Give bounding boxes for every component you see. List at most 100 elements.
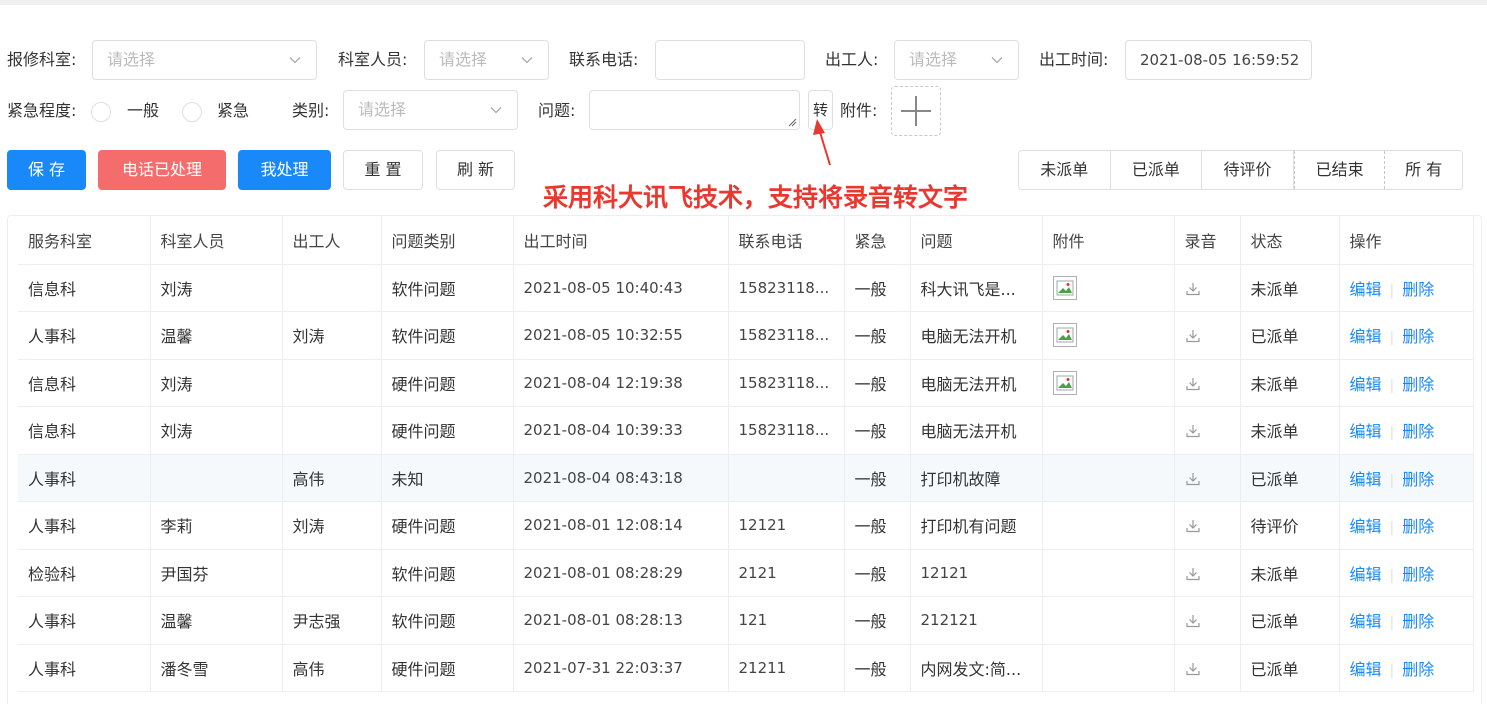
edit-link[interactable]: 编辑 xyxy=(1350,517,1382,536)
edit-link[interactable]: 编辑 xyxy=(1350,422,1382,441)
worker-cell: 高伟 xyxy=(282,644,382,692)
category-select[interactable]: 请选择 xyxy=(343,90,518,130)
recording-cell xyxy=(1174,406,1241,455)
download-icon[interactable] xyxy=(1185,471,1201,487)
resize-handle-icon[interactable] xyxy=(788,118,797,127)
problem-cell: 212121 xyxy=(910,596,1043,645)
recording-cell xyxy=(1174,596,1241,645)
dept-label: 报修科室: xyxy=(7,50,77,69)
edit-link[interactable]: 编辑 xyxy=(1350,327,1382,346)
delete-link[interactable]: 删除 xyxy=(1402,375,1434,394)
delete-link[interactable]: 删除 xyxy=(1402,422,1434,441)
dept-cell: 信息科 xyxy=(18,359,151,407)
radio-urgent[interactable] xyxy=(182,102,202,122)
i-handle-button[interactable]: 我处理 xyxy=(238,150,331,190)
tab-dispatched[interactable]: 已派单 xyxy=(1110,151,1203,189)
time-cell: 2021-08-04 10:39:33 xyxy=(513,406,729,455)
download-icon[interactable] xyxy=(1185,661,1201,677)
recording-cell xyxy=(1174,264,1241,312)
worker-cell: 尹志强 xyxy=(282,596,382,645)
radio-normal-label: 一般 xyxy=(127,101,160,120)
broken-image-icon[interactable] xyxy=(1052,275,1077,300)
table-row[interactable]: 检验科 尹国芬 软件问题 2021-08-01 08:28:29 2121 一般 12121… xyxy=(18,549,1474,597)
dept-cell: 人事科 xyxy=(18,644,151,692)
download-icon[interactable] xyxy=(1185,518,1201,534)
radio-normal[interactable] xyxy=(91,102,111,122)
worker-select[interactable]: 请选择 xyxy=(894,40,1019,80)
urgency-cell: 一般 xyxy=(844,359,911,407)
refresh-button[interactable]: 刷 新 xyxy=(436,150,515,190)
delete-link[interactable]: 删除 xyxy=(1402,280,1434,299)
phone-handled-button[interactable]: 电话已处理 xyxy=(98,150,226,190)
download-icon[interactable] xyxy=(1185,281,1201,297)
tab-undispatched[interactable]: 未派单 xyxy=(1019,151,1111,189)
worker-label: 出工人: xyxy=(825,50,879,69)
tab-pending-review[interactable]: 待评价 xyxy=(1202,151,1294,189)
table-row[interactable]: 人事科 高伟 未知 2021-08-04 08:43:18 一般 打印机故障 已派单 编辑 | 删… xyxy=(18,454,1474,502)
download-icon[interactable] xyxy=(1185,328,1201,344)
delete-link[interactable]: 删除 xyxy=(1402,660,1434,679)
edit-link[interactable]: 编辑 xyxy=(1350,280,1382,299)
table-row[interactable]: 信息科 刘涛 硬件问题 2021-08-04 12:19:38 15823118... 一… xyxy=(18,359,1474,407)
delete-link[interactable]: 删除 xyxy=(1402,565,1434,584)
edit-link[interactable]: 编辑 xyxy=(1350,375,1382,394)
phone-label: 联系电话: xyxy=(569,50,639,69)
worker-cell: 高伟 xyxy=(282,454,382,502)
tab-finished[interactable]: 已结束 xyxy=(1293,151,1386,189)
actions-cell: 编辑 | 删除 xyxy=(1339,359,1474,407)
status-cell: 未派单 xyxy=(1240,264,1340,312)
action-separator: | xyxy=(1389,615,1395,632)
time-cell: 2021-08-05 10:40:43 xyxy=(513,264,729,312)
download-icon[interactable] xyxy=(1185,566,1201,582)
phone-cell: 2121 xyxy=(728,549,845,597)
download-icon[interactable] xyxy=(1185,613,1201,629)
status-filter-tabs: 未派单 已派单 待评价 已结束 所 有 xyxy=(1018,150,1463,190)
time-cell: 2021-08-01 12:08:14 xyxy=(513,501,729,550)
column-header: 联系电话 xyxy=(728,216,845,265)
table-row[interactable]: 信息科 刘涛 硬件问题 2021-08-04 10:39:33 15823118... 一… xyxy=(18,406,1474,455)
delete-link[interactable]: 删除 xyxy=(1402,470,1434,489)
column-header: 出工人 xyxy=(282,216,382,265)
table-row[interactable]: 人事科 李莉 刘涛 硬件问题 2021-08-01 12:08:14 12121 一般 打印机… xyxy=(18,501,1474,550)
broken-image-icon[interactable] xyxy=(1052,370,1077,395)
broken-image-icon[interactable] xyxy=(1052,323,1077,348)
time-cell: 2021-08-05 10:32:55 xyxy=(513,311,729,360)
column-header: 附件 xyxy=(1042,216,1175,265)
time-picker[interactable]: 2021-08-05 16:59:52 xyxy=(1125,40,1312,80)
edit-link[interactable]: 编辑 xyxy=(1350,565,1382,584)
staff-cell: 刘涛 xyxy=(150,359,283,407)
action-separator: | xyxy=(1389,425,1395,442)
status-cell: 未派单 xyxy=(1240,549,1340,597)
worker-cell: 刘涛 xyxy=(282,311,382,360)
upload-button[interactable] xyxy=(891,86,941,136)
time-cell: 2021-07-31 22:03:37 xyxy=(513,644,729,692)
table-row[interactable]: 人事科 温馨 刘涛 软件问题 2021-08-05 10:32:55 15823118..… xyxy=(18,311,1474,360)
staff-select[interactable]: 请选择 xyxy=(424,40,549,80)
table-row[interactable]: 人事科 潘冬雪 高伟 硬件问题 2021-07-31 22:03:37 21211 一般 内网… xyxy=(18,644,1474,692)
table-row[interactable]: 信息科 刘涛 软件问题 2021-08-05 10:40:43 15823118... 一… xyxy=(18,264,1474,312)
tab-all[interactable]: 所 有 xyxy=(1385,151,1462,189)
problem-textarea[interactable] xyxy=(589,90,800,130)
attachment-cell xyxy=(1042,549,1175,597)
download-icon[interactable] xyxy=(1185,423,1201,439)
edit-link[interactable]: 编辑 xyxy=(1350,660,1382,679)
recording-cell xyxy=(1174,454,1241,502)
recording-cell xyxy=(1174,644,1241,692)
save-button[interactable]: 保 存 xyxy=(7,150,86,190)
worker-cell xyxy=(282,359,382,407)
staff-cell xyxy=(150,454,283,502)
delete-link[interactable]: 删除 xyxy=(1402,517,1434,536)
edit-link[interactable]: 编辑 xyxy=(1350,612,1382,631)
edit-link[interactable]: 编辑 xyxy=(1350,470,1382,489)
reset-button[interactable]: 重 置 xyxy=(343,150,423,190)
attachment-cell xyxy=(1042,501,1175,550)
dept-cell: 人事科 xyxy=(18,311,151,360)
dept-select[interactable]: 请选择 xyxy=(92,40,317,80)
download-icon[interactable] xyxy=(1185,376,1201,392)
table-row[interactable]: 人事科 温馨 尹志强 软件问题 2021-08-01 08:28:13 121 一般 2121… xyxy=(18,596,1474,645)
delete-link[interactable]: 删除 xyxy=(1402,612,1434,631)
staff-cell: 温馨 xyxy=(150,311,283,360)
phone-input[interactable] xyxy=(655,40,805,80)
dept-placeholder: 请选择 xyxy=(107,50,156,69)
delete-link[interactable]: 删除 xyxy=(1402,327,1434,346)
